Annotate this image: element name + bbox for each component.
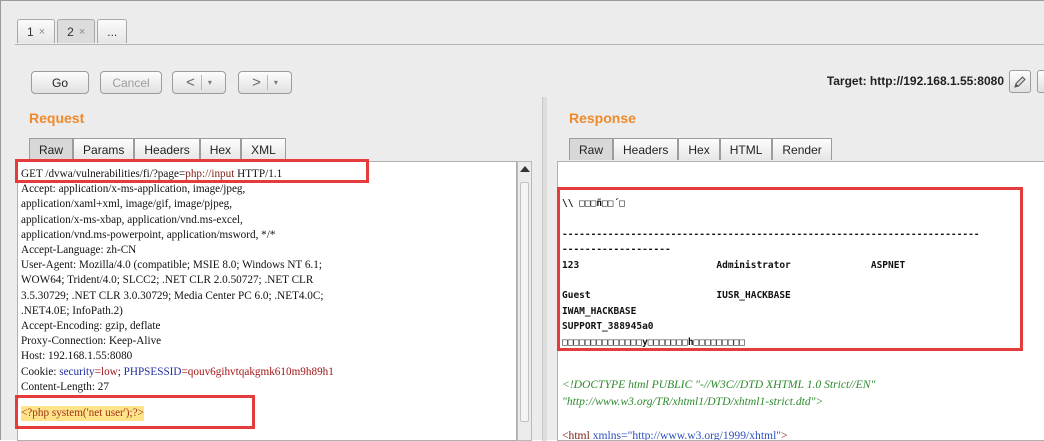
- response-view-tabs: Raw Headers Hex HTML Render: [569, 138, 832, 160]
- go-label: Go: [51, 75, 68, 90]
- tag-close: >: [781, 429, 788, 441]
- tab-params[interactable]: Params: [73, 138, 135, 160]
- header-line: Proxy-Connection: Keep-Alive: [21, 335, 162, 348]
- tab-xml[interactable]: XML: [241, 138, 286, 160]
- go-button[interactable]: Go: [31, 71, 89, 94]
- tag-name: <html: [562, 429, 593, 441]
- repeater-tab-2[interactable]: 2 ×: [57, 19, 96, 43]
- cookie-security-key: security: [59, 365, 95, 378]
- payload-highlight: [15, 395, 255, 429]
- repeater-tab-more[interactable]: ...: [97, 19, 128, 43]
- tab-html[interactable]: HTML: [719, 138, 773, 160]
- tab-label: 2: [67, 24, 74, 39]
- cancel-label: Cancel: [112, 75, 150, 90]
- output-highlight: [557, 187, 1023, 351]
- html-open-tag: <html xmlns="http://www.w3.org/1999/xhtm…: [562, 429, 788, 441]
- tab-label: ...: [107, 24, 118, 39]
- tab-raw[interactable]: Raw: [29, 138, 74, 160]
- attr-name: xmlns: [592, 429, 622, 441]
- tab-hex[interactable]: Hex: [199, 138, 242, 160]
- request-scrollbar[interactable]: [517, 161, 532, 441]
- repeater-tab-1[interactable]: 1 ×: [17, 19, 56, 43]
- request-heading: Request: [29, 110, 85, 126]
- close-icon[interactable]: ×: [39, 26, 45, 38]
- header-line: Accept-Language: zh-CN: [21, 244, 137, 257]
- tab-headers[interactable]: Headers: [613, 138, 679, 160]
- header-line: .NET4.0E; InfoPath.2): [21, 304, 123, 317]
- cancel-button[interactable]: Cancel: [100, 71, 162, 94]
- scroll-up-icon[interactable]: [520, 166, 530, 172]
- scroll-thumb[interactable]: [520, 182, 529, 422]
- back-button[interactable]: < ▾: [172, 71, 226, 94]
- request-text[interactable]: GET /dvwa/vulnerabilities/fi/?page=php:/…: [21, 167, 334, 395]
- chevron-down-icon[interactable]: ▾: [208, 78, 212, 87]
- attr-value: ="http://www.w3.org/1999/xhtml": [621, 429, 782, 441]
- header-line: User-Agent: Mozilla/4.0 (compatible; MSI…: [21, 259, 322, 272]
- cookie-security-value: =low: [94, 365, 118, 378]
- button-separator: [266, 75, 268, 90]
- response-heading: Response: [569, 110, 636, 126]
- tab-divider: [15, 44, 1044, 45]
- cookie-line: Cookie: security=low; PHPSESSID=qouv6gih…: [21, 366, 334, 378]
- header-line: Accept-Encoding: gzip, deflate: [21, 320, 161, 333]
- help-button[interactable]: [1037, 70, 1044, 93]
- split-divider[interactable]: [542, 97, 547, 441]
- header-line: WOW64; Trident/4.0; SLCC2; .NET CLR 2.0.…: [21, 274, 314, 287]
- cookie-session-value: =qouv6gihvtqakgmk610m9h89h1: [181, 365, 334, 378]
- chevron-down-icon[interactable]: ▾: [274, 78, 278, 87]
- doctype-line: <!DOCTYPE html PUBLIC "-//W3C//DTD XHTML…: [562, 378, 876, 391]
- header-line: Host: 192.168.1.55:8080: [21, 350, 133, 363]
- request-view-tabs: Raw Params Headers Hex XML: [29, 138, 286, 160]
- chevron-left-icon: <: [186, 74, 195, 91]
- header-line: application/xaml+xml, image/gif, image/p…: [21, 198, 233, 211]
- edit-target-button[interactable]: [1009, 70, 1031, 93]
- close-icon[interactable]: ×: [79, 26, 85, 38]
- chevron-right-icon: >: [252, 74, 261, 91]
- tab-raw[interactable]: Raw: [569, 138, 614, 160]
- header-line: application/vnd.ms-powerpoint, applicati…: [21, 228, 276, 241]
- pencil-icon: [1014, 75, 1026, 88]
- tab-label: 1: [27, 24, 34, 39]
- response-html: <!DOCTYPE html PUBLIC "-//W3C//DTD XHTML…: [562, 376, 876, 441]
- cookie-key: Cookie:: [21, 365, 60, 378]
- repeater-window: 1 × 2 × ... Go Cancel < ▾ > ▾ Target: ht…: [0, 0, 1044, 441]
- header-line: 3.5.30729; .NET CLR 3.0.30729; Media Cen…: [21, 289, 324, 302]
- target-label: Target: http://192.168.1.55:8080: [826, 74, 1004, 88]
- doctype-line: "http://www.w3.org/TR/xhtml1/DTD/xhtml1-…: [562, 395, 824, 408]
- forward-button[interactable]: > ▾: [238, 71, 292, 94]
- header-line: application/x-ms-xbap, application/vnd.m…: [21, 213, 243, 226]
- tab-render[interactable]: Render: [772, 138, 832, 160]
- request-line-highlight: [15, 159, 369, 183]
- header-line: Content-Length: 27: [21, 380, 109, 393]
- tab-hex[interactable]: Hex: [678, 138, 720, 160]
- repeater-tabs: 1 × 2 × ...: [17, 19, 129, 45]
- cookie-session-key: PHPSESSID: [123, 365, 182, 378]
- button-separator: [200, 75, 202, 90]
- header-line: Accept: application/x-ms-application, im…: [21, 183, 246, 196]
- tab-headers[interactable]: Headers: [134, 138, 200, 160]
